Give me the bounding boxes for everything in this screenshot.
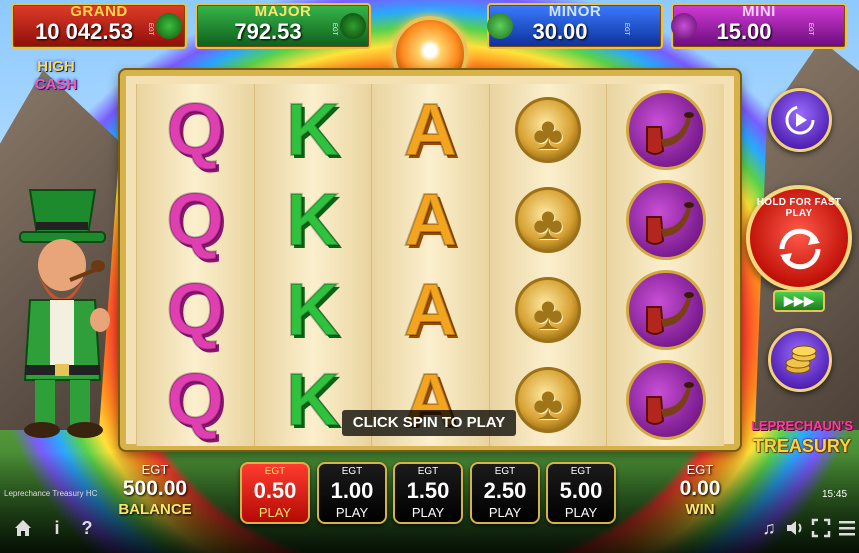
leprechaun-hat-icon	[156, 13, 182, 39]
clock: 15:45	[822, 489, 848, 500]
bet-selector-button[interactable]	[768, 328, 832, 392]
pipe-icon	[625, 270, 706, 350]
hat-icon	[340, 13, 366, 39]
jackpot-grand-currency: EGT	[147, 23, 153, 36]
bet-amount: 0.50	[253, 478, 297, 503]
jackpot-mini-label: MINI	[742, 3, 776, 20]
a-symbol: A	[403, 268, 458, 351]
q-symbol: Q	[166, 88, 226, 171]
reel-1: Q Q Q Q	[136, 84, 254, 446]
reel-symbol: A	[372, 176, 489, 264]
k-symbol: K	[285, 88, 340, 171]
gold-clover-coin-icon	[515, 277, 582, 343]
reels: Q Q Q Q K K K K A A A A	[136, 84, 724, 446]
gold-clover-coin-icon	[515, 187, 582, 253]
jackpot-major-value: 792.53	[234, 19, 302, 44]
jackpot-major: MAJOR 792.53 EGT	[195, 3, 371, 49]
high-cash-logo: HIGH CASH	[20, 58, 92, 102]
reel-frame: Q Q Q Q K K K K A A A A	[120, 70, 740, 450]
reel-2: K K K K	[253, 84, 372, 446]
a-symbol: A	[403, 178, 458, 261]
win-value: 0.00	[679, 477, 721, 500]
bet-amount: 2.50	[483, 478, 527, 503]
k-symbol: K	[285, 178, 340, 261]
leprechaun-character	[19, 189, 110, 438]
balance-value: 500.00	[122, 477, 188, 500]
reel-symbol	[490, 176, 607, 264]
jackpot-major-currency: EGT	[331, 23, 337, 36]
reel-symbol: Q	[137, 176, 254, 264]
game-stage: GRAND 10 042.53 EGT MAJOR 792.53 EGT MIN…	[0, 0, 859, 553]
reel-symbol: K	[255, 266, 372, 354]
reel-symbol: K	[255, 86, 372, 174]
bet-currency: EGT	[264, 466, 286, 477]
spin-arrows-icon	[779, 228, 821, 270]
reel-5	[606, 84, 724, 446]
reel-symbol: Q	[137, 86, 254, 174]
reel-symbol	[490, 266, 607, 354]
q-symbol: Q	[166, 358, 226, 441]
reel-symbol	[607, 356, 724, 444]
k-symbol: K	[285, 268, 340, 351]
status-message: CLICK SPIN TO PLAY	[342, 410, 516, 436]
balance-currency: EGT	[141, 462, 169, 477]
reel-symbol	[607, 176, 724, 264]
spin-button-label: HOLD FOR FAST PLAY	[756, 197, 842, 219]
high-cash-logo-line1: HIGH	[37, 58, 75, 75]
reel-symbol	[490, 86, 607, 174]
k-symbol: K	[285, 358, 340, 441]
bet-currency: EGT	[570, 466, 592, 477]
jackpot-minor-label: MINOR	[548, 3, 602, 20]
home-icon[interactable]	[12, 517, 34, 539]
gold-clover-coin-icon	[515, 97, 582, 163]
autoplay-button[interactable]	[768, 88, 832, 152]
q-symbol: Q	[166, 268, 226, 351]
bet-currency: EGT	[417, 466, 439, 477]
jackpot-minor-currency: EGT	[623, 23, 629, 36]
jackpot-minor: MINOR 30.00 EGT	[487, 3, 663, 49]
pipe-icon	[625, 180, 706, 260]
game-name: Leprechance Treasury HC	[4, 489, 98, 498]
pipe-icon	[625, 360, 706, 440]
bottom-toolbar: i ? ♫	[0, 505, 859, 553]
q-symbol: Q	[166, 178, 226, 261]
jackpot-mini: MINI 15.00 EGT	[671, 3, 847, 49]
music-icon[interactable]: ♫	[758, 517, 780, 539]
reel-symbol: A	[372, 86, 489, 174]
pipe-icon	[625, 90, 706, 170]
reel-symbol	[607, 86, 724, 174]
high-cash-logo-line2: CASH	[34, 76, 78, 93]
coins-icon	[785, 345, 817, 374]
bet-amount: 1.50	[406, 478, 450, 503]
help-icon[interactable]: ?	[76, 517, 98, 539]
turbo-button[interactable]: ▶▶▶	[773, 290, 825, 312]
jackpot-grand: GRAND 10 042.53 EGT	[11, 3, 187, 49]
spin-button[interactable]: HOLD FOR FAST PLAY	[746, 185, 852, 291]
reel-3: A A A A	[371, 84, 489, 446]
reel-symbol: Q	[137, 356, 254, 444]
sound-icon[interactable]	[784, 517, 806, 539]
jackpot-mini-currency: EGT	[807, 23, 813, 36]
reel-symbol: A	[372, 266, 489, 354]
bet-amount: 5.00	[559, 478, 603, 503]
reel-symbol	[607, 266, 724, 354]
clover-icon	[487, 13, 513, 39]
reel-symbol: Q	[137, 266, 254, 354]
a-symbol: A	[403, 88, 458, 171]
game-logo-line1: LEPRECHAUN'S	[750, 418, 854, 433]
win-currency: EGT	[686, 462, 714, 477]
bet-currency: EGT	[494, 466, 516, 477]
pipe-icon	[671, 13, 697, 39]
reel-symbol: K	[255, 176, 372, 264]
gold-clover-coin-icon	[515, 367, 582, 433]
autoplay-icon	[785, 105, 815, 135]
menu-icon[interactable]	[836, 517, 858, 539]
jackpot-grand-value: 10 042.53	[35, 19, 133, 44]
fullscreen-icon[interactable]	[810, 517, 832, 539]
reel-4	[488, 84, 607, 446]
bet-amount: 1.00	[330, 478, 374, 503]
info-icon[interactable]: i	[46, 517, 68, 539]
bet-currency: EGT	[341, 466, 363, 477]
